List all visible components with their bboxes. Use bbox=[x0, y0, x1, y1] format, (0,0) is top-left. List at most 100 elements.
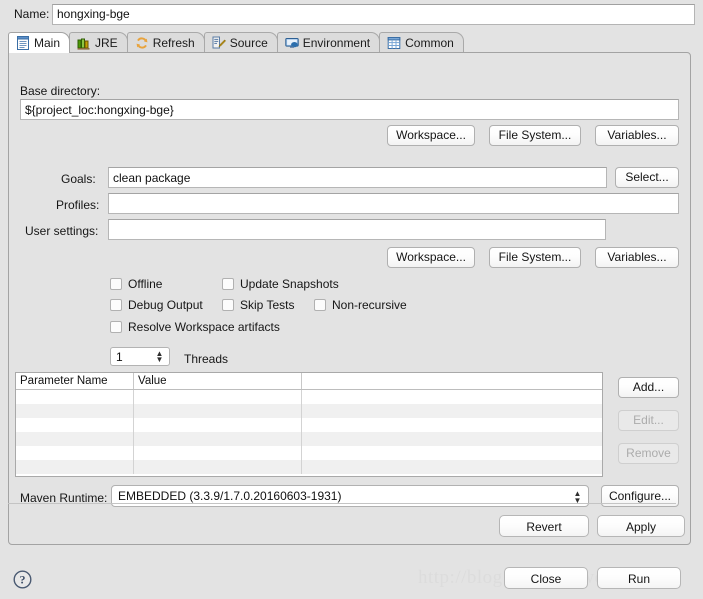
user-settings-file-system-button[interactable]: File System... bbox=[489, 247, 581, 268]
table-header-row: Parameter Name Value bbox=[16, 373, 602, 390]
threads-value: 1 bbox=[116, 349, 123, 364]
table-cell bbox=[302, 446, 602, 460]
tab-jre[interactable]: JRE bbox=[69, 32, 128, 53]
column-header-parameter-name[interactable]: Parameter Name bbox=[16, 373, 134, 389]
checkbox-box bbox=[222, 278, 234, 290]
checkbox-box bbox=[314, 299, 326, 311]
goals-label: Goals: bbox=[61, 172, 96, 186]
profiles-label: Profiles: bbox=[56, 198, 100, 212]
close-button[interactable]: Close bbox=[504, 567, 588, 589]
checkbox-resolve-workspace-artifacts[interactable]: Resolve Workspace artifacts bbox=[110, 320, 280, 334]
apply-button[interactable]: Apply bbox=[597, 515, 685, 537]
main-tab-panel: Base directory: Workspace... File System… bbox=[8, 52, 691, 545]
table-cell bbox=[16, 460, 134, 474]
refresh-icon bbox=[135, 36, 149, 50]
books-icon bbox=[77, 36, 91, 50]
table-cell bbox=[16, 390, 134, 404]
column-header-value[interactable]: Value bbox=[134, 373, 302, 389]
tab-label: Main bbox=[34, 36, 61, 50]
name-row: Name: bbox=[0, 0, 703, 28]
source-edit-icon bbox=[212, 36, 226, 50]
name-input[interactable] bbox=[52, 3, 695, 25]
tab-environment[interactable]: Environment bbox=[276, 32, 381, 53]
tab-folder: Main JRE Refresh Source Environment Comm… bbox=[8, 31, 691, 545]
threads-label: Threads bbox=[184, 352, 229, 366]
table-row[interactable] bbox=[16, 460, 602, 474]
table-cell bbox=[134, 390, 302, 404]
table-cell bbox=[302, 460, 602, 474]
maven-runtime-value: EMBEDDED (3.3.9/1.7.0.20160603-1931) bbox=[118, 489, 342, 503]
user-settings-variables-button[interactable]: Variables... bbox=[595, 247, 679, 268]
checkbox-update-snapshots[interactable]: Update Snapshots bbox=[222, 277, 339, 291]
tab-label: Common bbox=[405, 36, 454, 50]
checkbox-offline[interactable]: Offline bbox=[110, 277, 162, 291]
svg-text:?: ? bbox=[20, 573, 26, 587]
run-button[interactable]: Run bbox=[597, 567, 681, 589]
edit-parameter-button[interactable]: Edit... bbox=[618, 410, 679, 431]
profiles-input[interactable] bbox=[108, 193, 679, 214]
checkbox-label: Offline bbox=[128, 277, 163, 291]
table-row[interactable] bbox=[16, 404, 602, 418]
footer-separator bbox=[8, 503, 676, 504]
table-cell bbox=[16, 432, 134, 446]
tab-refresh[interactable]: Refresh bbox=[126, 32, 205, 53]
table-cell bbox=[16, 404, 134, 418]
table-row[interactable] bbox=[16, 390, 602, 404]
table-row[interactable] bbox=[16, 432, 602, 446]
checkbox-label: Skip Tests bbox=[240, 298, 295, 312]
tab-label: Refresh bbox=[152, 36, 195, 50]
table-cell bbox=[134, 418, 302, 432]
goals-select-button[interactable]: Select... bbox=[615, 167, 679, 188]
column-header-extra[interactable] bbox=[302, 373, 602, 389]
spinner-arrows-icon[interactable]: ▲ ▼ bbox=[155, 349, 164, 365]
checkbox-label: Resolve Workspace artifacts bbox=[128, 320, 280, 334]
tab-label: Source bbox=[229, 36, 268, 50]
threads-spinner[interactable]: 1 ▲ ▼ bbox=[110, 347, 170, 366]
base-dir-variables-button[interactable]: Variables... bbox=[595, 125, 679, 146]
table-cell bbox=[16, 446, 134, 460]
tab-label: Environment bbox=[302, 36, 371, 50]
table-cell bbox=[302, 418, 602, 432]
checkbox-box bbox=[110, 299, 122, 311]
table-cell bbox=[134, 404, 302, 418]
table-icon bbox=[387, 36, 401, 50]
checkbox-non-recursive[interactable]: Non-recursive bbox=[314, 298, 407, 312]
checkbox-skip-tests[interactable]: Skip Tests bbox=[222, 298, 294, 312]
add-parameter-button[interactable]: Add... bbox=[618, 377, 679, 398]
parameters-table[interactable]: Parameter Name Value bbox=[15, 372, 603, 477]
help-question-icon[interactable]: ? bbox=[13, 570, 32, 589]
checkbox-label: Update Snapshots bbox=[240, 277, 339, 291]
name-label: Name: bbox=[14, 7, 50, 21]
goals-input[interactable] bbox=[108, 167, 607, 188]
tab-source[interactable]: Source bbox=[203, 32, 278, 53]
monitor-icon bbox=[285, 36, 299, 50]
base-directory-label: Base directory: bbox=[20, 84, 101, 98]
table-row[interactable] bbox=[16, 446, 602, 460]
checkbox-box bbox=[110, 321, 122, 333]
table-cell bbox=[134, 432, 302, 446]
table-cell bbox=[302, 404, 602, 418]
remove-parameter-button[interactable]: Remove bbox=[618, 443, 679, 464]
tab-main[interactable]: Main bbox=[8, 32, 71, 53]
table-cell bbox=[134, 446, 302, 460]
tab-strip: Main JRE Refresh Source Environment Comm… bbox=[8, 31, 691, 53]
checkbox-label: Non-recursive bbox=[332, 298, 407, 312]
table-cell bbox=[302, 432, 602, 446]
checkbox-debug-output[interactable]: Debug Output bbox=[110, 298, 203, 312]
document-icon bbox=[16, 36, 30, 50]
base-directory-input[interactable] bbox=[20, 99, 679, 120]
base-dir-file-system-button[interactable]: File System... bbox=[489, 125, 581, 146]
user-settings-label: User settings: bbox=[25, 224, 99, 238]
tab-common[interactable]: Common bbox=[379, 32, 464, 53]
table-row[interactable] bbox=[16, 418, 602, 432]
user-settings-workspace-button[interactable]: Workspace... bbox=[387, 247, 475, 268]
checkbox-label: Debug Output bbox=[128, 298, 203, 312]
tab-label: JRE bbox=[95, 36, 118, 50]
table-cell bbox=[16, 418, 134, 432]
table-cell bbox=[134, 460, 302, 474]
base-dir-workspace-button[interactable]: Workspace... bbox=[387, 125, 475, 146]
checkbox-box bbox=[222, 299, 234, 311]
user-settings-input[interactable] bbox=[108, 219, 606, 240]
revert-button[interactable]: Revert bbox=[499, 515, 589, 537]
checkbox-box bbox=[110, 278, 122, 290]
